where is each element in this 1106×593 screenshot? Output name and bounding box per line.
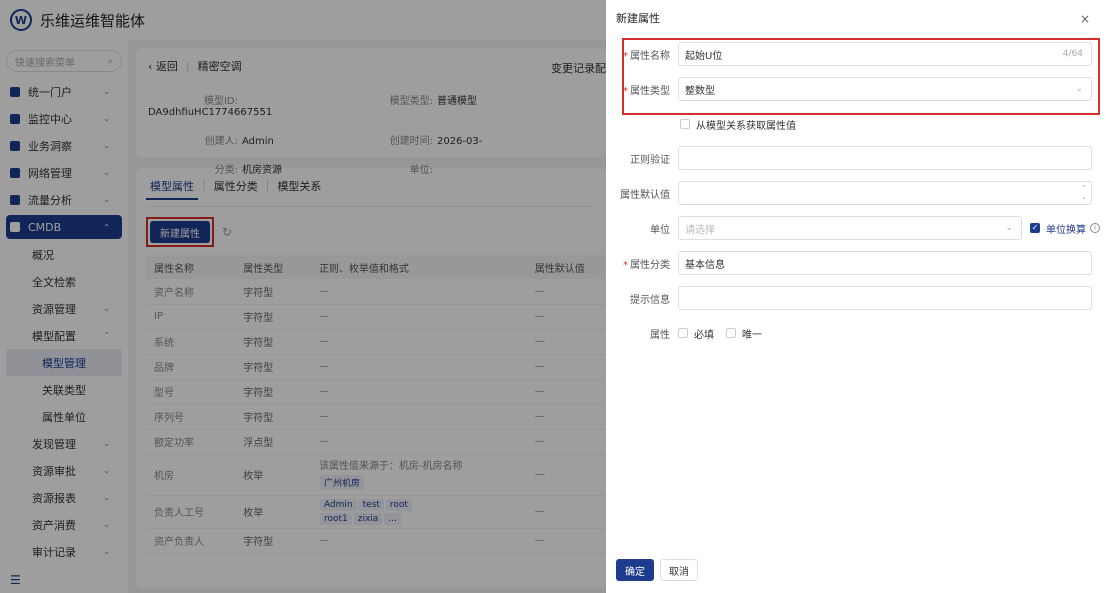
drawer-title: 新建属性 xyxy=(616,12,660,25)
close-icon[interactable]: × xyxy=(1080,12,1090,26)
unique-checkbox[interactable]: 唯一 xyxy=(726,326,762,341)
field-attr-type: * 属性类型 整数型 ⌄ xyxy=(606,77,1106,101)
modal-overlay[interactable] xyxy=(0,0,606,593)
regex-input[interactable] xyxy=(678,146,1092,170)
drawer-header: 新建属性 × xyxy=(606,0,1106,36)
confirm-button[interactable]: 确定 xyxy=(616,559,654,581)
chevron-down-icon: ⌄ xyxy=(1075,84,1083,94)
number-stepper[interactable]: ⌃ ⌄ xyxy=(1081,184,1087,202)
required-checkbox[interactable]: 必填 xyxy=(678,326,714,341)
hint-input[interactable] xyxy=(678,286,1092,310)
field-regex: 正则验证 xyxy=(606,146,1106,170)
attr-category-input[interactable]: 基本信息 xyxy=(678,251,1092,275)
char-count: 4/64 xyxy=(1062,49,1083,59)
from-relation-checkbox[interactable]: 从模型关系获取属性值 xyxy=(680,117,796,132)
new-attribute-drawer: 新建属性 × * 属性名称 起始U位 4/64 * 属性类型 整数型 ⌄ 从模型关系… xyxy=(606,0,1106,593)
chevron-down-icon: ⌄ xyxy=(1005,223,1013,233)
field-attributes: 属性 必填 唯一 xyxy=(606,321,1106,345)
drawer-footer: 确定 取消 xyxy=(616,559,698,581)
info-icon[interactable]: i xyxy=(1090,223,1100,233)
field-from-relation: 从模型关系获取属性值 xyxy=(606,112,1106,136)
unit-select[interactable]: 请选择 ⌄ xyxy=(678,216,1022,240)
cancel-button[interactable]: 取消 xyxy=(660,559,698,581)
default-value-input[interactable]: ⌃ ⌄ xyxy=(678,181,1092,205)
attr-type-select[interactable]: 整数型 ⌄ xyxy=(678,77,1092,101)
attr-name-input[interactable]: 起始U位 4/64 xyxy=(678,42,1092,66)
field-default-value: 属性默认值 ⌃ ⌄ xyxy=(606,181,1106,205)
field-attr-name: * 属性名称 起始U位 4/64 xyxy=(606,42,1106,66)
unit-convert-checkbox[interactable]: ✓ 单位换算 i xyxy=(1030,221,1100,236)
checkbox-checked-icon: ✓ xyxy=(1030,223,1040,233)
field-unit: 单位 请选择 ⌄ ✓ 单位换算 i xyxy=(606,216,1106,240)
field-hint: 提示信息 xyxy=(606,286,1106,310)
field-attr-category: * 属性分类 基本信息 xyxy=(606,251,1106,275)
